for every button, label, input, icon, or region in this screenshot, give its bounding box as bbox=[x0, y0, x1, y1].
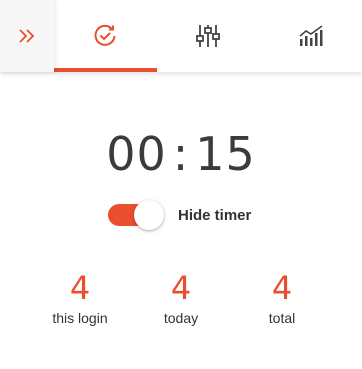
tab-timer[interactable] bbox=[54, 0, 157, 72]
timer-separator: : bbox=[172, 127, 190, 181]
toggle-knob bbox=[134, 200, 164, 230]
stat-value: 4 bbox=[170, 269, 192, 307]
stat-total: 4 total bbox=[232, 268, 332, 326]
stat-label: today bbox=[163, 310, 199, 326]
timer-seconds: 15 bbox=[195, 127, 256, 181]
top-tab-bar bbox=[0, 0, 362, 72]
collapse-button[interactable] bbox=[0, 0, 54, 72]
stat-this-login: 4 this login bbox=[30, 268, 130, 326]
sliders-icon bbox=[195, 23, 221, 49]
timer-minutes: 00 bbox=[106, 127, 167, 181]
double-chevron-right-icon bbox=[18, 27, 36, 45]
stat-value: 4 bbox=[69, 269, 91, 307]
stats-row: 4 this login 4 today 4 total bbox=[30, 268, 332, 326]
hide-timer-toggle[interactable] bbox=[108, 200, 164, 230]
stat-today: 4 today bbox=[131, 268, 231, 326]
app-window: 00:15 Hide timer 4 this login 4 today 4 … bbox=[0, 0, 362, 369]
timer-refresh-icon bbox=[92, 23, 118, 49]
tab-stats[interactable] bbox=[259, 0, 362, 72]
timer-display: 00:15 bbox=[0, 126, 362, 182]
tab-settings[interactable] bbox=[157, 0, 260, 72]
stat-value: 4 bbox=[271, 269, 293, 307]
hide-timer-row: Hide timer bbox=[108, 200, 251, 230]
trend-chart-icon bbox=[298, 24, 324, 48]
stat-label: this login bbox=[52, 310, 108, 326]
hide-timer-label: Hide timer bbox=[178, 206, 252, 224]
stat-label: total bbox=[268, 310, 296, 326]
